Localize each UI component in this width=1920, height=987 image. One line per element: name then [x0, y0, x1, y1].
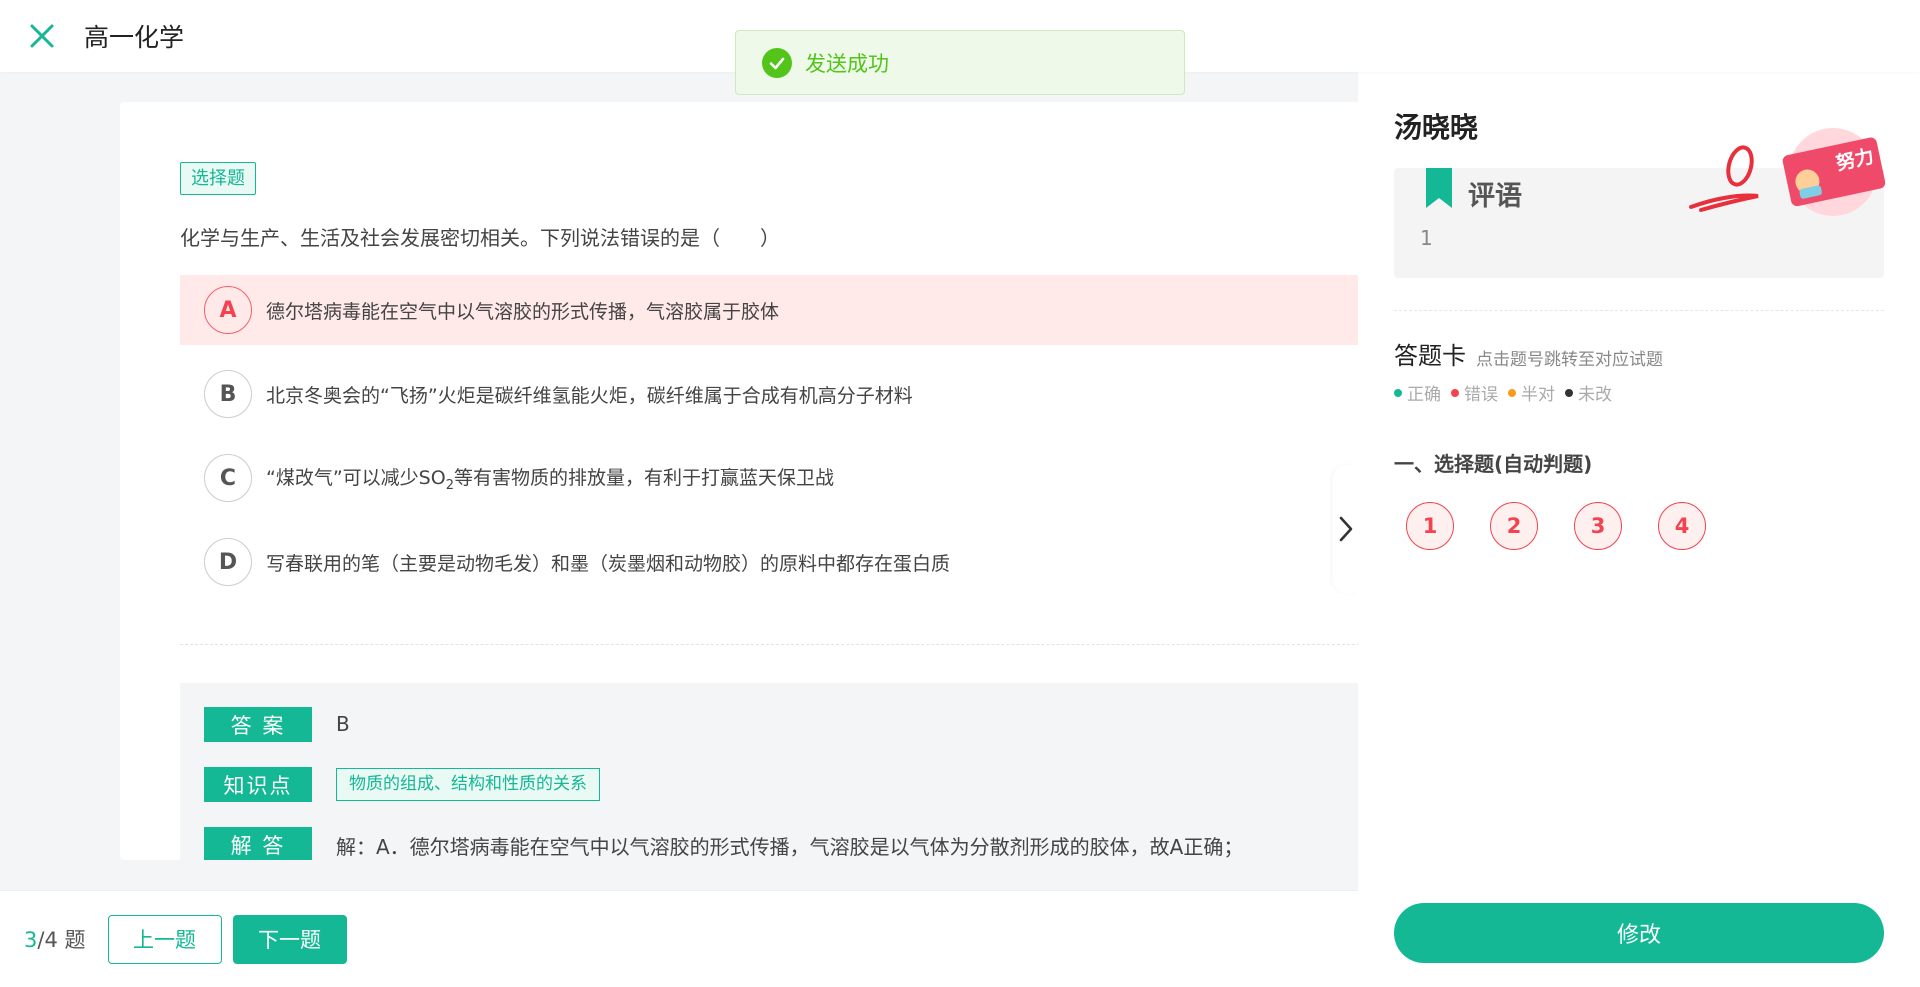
divider: [180, 644, 1360, 645]
close-icon: [30, 24, 54, 48]
status-legend: 正确 错误 半对 未改: [1394, 380, 1622, 405]
encouragement-stamp: 努力: [1782, 128, 1886, 216]
question-number-grid: 1 2 3 4: [1406, 502, 1742, 550]
bottom-bar: 3/4 题 上一题 下一题: [0, 890, 1358, 987]
check-circle-icon: [762, 47, 792, 78]
option-text: 北京冬奥会的“飞扬”火炬是碳纤维氢能火炬，碳纤维属于合成有机高分子材料: [266, 384, 913, 407]
section-title: 一、选择题(自动判题): [1394, 452, 1593, 476]
question-card: 选择题 化学与生产、生活及社会发展密切相关。下列说法错误的是（ ） A 德尔塔病…: [120, 102, 1360, 860]
legend-dot: [1508, 388, 1516, 397]
question-number-3[interactable]: 3: [1574, 502, 1622, 550]
answer-card-title: 答题卡: [1394, 342, 1466, 370]
knowledge-point-tag: 物质的组成、结构和性质的关系: [336, 768, 600, 801]
knowledge-label: 知识点: [204, 767, 312, 802]
legend-label: 半对: [1521, 385, 1555, 405]
option-letter: B: [204, 370, 252, 418]
analysis-text: 解：A．德尔塔病毒能在空气中以气溶胶的形式传播，气溶胶是以气体为分散剂形成的胶体…: [336, 835, 1244, 859]
legend-half: 半对: [1508, 380, 1555, 405]
success-toast: 发送成功: [735, 30, 1185, 95]
legend-dot: [1394, 388, 1402, 397]
option-letter: D: [204, 538, 252, 586]
option-a[interactable]: A 德尔塔病毒能在空气中以气溶胶的形式传播，气溶胶属于胶体: [180, 275, 1360, 345]
option-text-part: “煤改气”可以减少SO: [266, 467, 446, 490]
option-text: “煤改气”可以减少SO2等有害物质的排放量，有利于打赢蓝天保卫战: [266, 463, 834, 493]
divider: [1394, 310, 1884, 311]
legend-dot: [1451, 388, 1459, 397]
edit-button[interactable]: 修改: [1394, 903, 1884, 963]
option-letter: A: [204, 286, 252, 334]
option-text-part: 等有害物质的排放量，有利于打赢蓝天保卫战: [453, 467, 834, 490]
option-letter: C: [204, 454, 252, 502]
legend-dot: [1565, 388, 1573, 397]
option-b[interactable]: B 北京冬奥会的“飞扬”火炬是碳纤维氢能火炬，碳纤维属于合成有机高分子材料: [180, 359, 1360, 429]
grading-panel: 汤晓晓 评语 1 努力 答题卡 点击题号跳转至对应试题 正确 错误 半对 未改 …: [1358, 72, 1920, 987]
question-type-badge: 选择题: [180, 162, 256, 195]
close-button[interactable]: [22, 16, 62, 56]
question-number-2[interactable]: 2: [1490, 502, 1538, 550]
comment-text: 1: [1420, 226, 1433, 250]
answer-card-hint: 点击题号跳转至对应试题: [1476, 350, 1663, 370]
legend-ungraded: 未改: [1565, 380, 1612, 405]
option-text: 写春联用的笔（主要是动物毛发）和墨（炭墨烟和动物胶）的原料中都存在蛋白质: [266, 552, 951, 575]
answer-area: 答 案 B 知识点 物质的组成、结构和性质的关系 解 答 解：A．德尔塔病毒能在…: [180, 683, 1360, 860]
page-title: 高一化学: [84, 23, 185, 52]
legend-label: 未改: [1578, 385, 1612, 405]
subscript: 2: [445, 477, 454, 493]
comment-title: 评语: [1468, 181, 1522, 212]
answer-value: B: [336, 712, 350, 736]
analysis-label: 解 答: [204, 827, 312, 860]
student-name: 汤晓晓: [1394, 111, 1479, 144]
question-number-4[interactable]: 4: [1658, 502, 1706, 550]
collapse-panel-button[interactable]: [1333, 465, 1359, 593]
legend-label: 正确: [1407, 385, 1441, 405]
chevron-right-icon: [1339, 516, 1353, 542]
answer-label: 答 案: [204, 707, 312, 742]
page-indicator: 3/4 题: [24, 924, 86, 954]
legend-label: 错误: [1464, 385, 1498, 405]
question-number-1[interactable]: 1: [1406, 502, 1454, 550]
prev-button[interactable]: 上一题: [107, 914, 222, 964]
question-stem: 化学与生产、生活及社会发展密切相关。下列说法错误的是（ ）: [180, 226, 780, 250]
next-button[interactable]: 下一题: [232, 914, 347, 964]
legend-correct: 正确: [1394, 380, 1441, 405]
total-questions: /4 题: [37, 928, 86, 952]
option-c[interactable]: C “煤改气”可以减少SO2等有害物质的排放量，有利于打赢蓝天保卫战: [180, 443, 1360, 513]
option-d[interactable]: D 写春联用的笔（主要是动物毛发）和墨（炭墨烟和动物胶）的原料中都存在蛋白质: [180, 527, 1360, 597]
bookmark-icon: [1426, 168, 1452, 208]
option-text: 德尔塔病毒能在空气中以气溶胶的形式传播，气溶胶属于胶体: [266, 300, 780, 323]
handwritten-score-mark: [1689, 145, 1759, 212]
legend-wrong: 错误: [1451, 380, 1498, 405]
current-question: 3: [24, 928, 38, 952]
toast-message: 发送成功: [805, 51, 889, 76]
